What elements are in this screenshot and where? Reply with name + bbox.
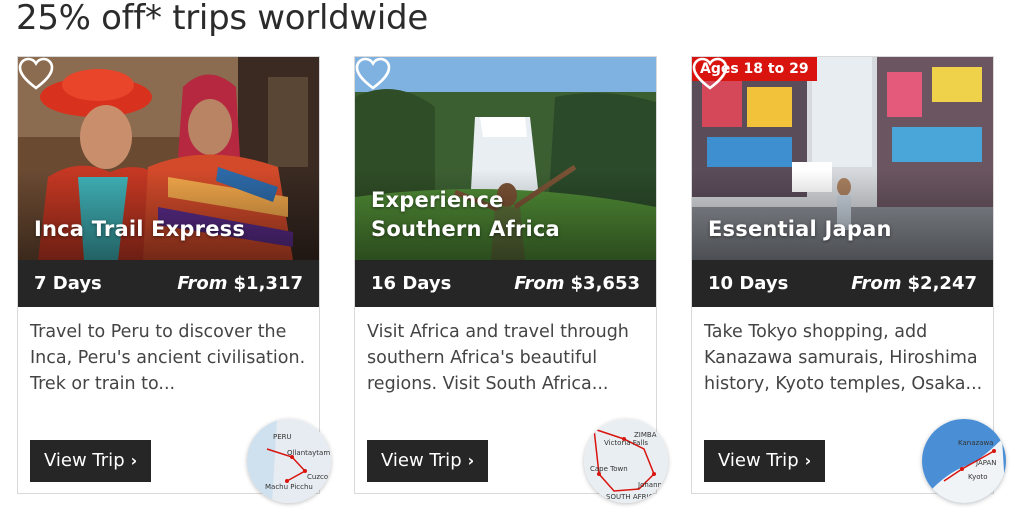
trip-price: From $2,247 xyxy=(851,273,977,294)
trip-price: From $1,317 xyxy=(177,273,303,294)
trip-info-bar: 7 Days From $1,317 xyxy=(18,260,319,307)
map-label: Victoria Falls xyxy=(604,439,649,447)
heart-outline-icon[interactable] xyxy=(692,57,728,91)
route-map-thumbnail[interactable]: Kanazawa JAPAN Kyoto xyxy=(922,419,1006,503)
trip-duration: 7 Days xyxy=(34,273,102,294)
map-label: Machu Picchu xyxy=(265,483,313,491)
trip-title[interactable]: Essential Japan xyxy=(708,215,928,244)
view-trip-label: View Trip xyxy=(718,450,799,471)
route-map-thumbnail[interactable]: PERU Ollantaytambo Cuzco Machu Picchu xyxy=(247,419,331,503)
view-trip-button[interactable]: View Trip › xyxy=(704,440,826,482)
view-trip-label: View Trip xyxy=(44,450,125,471)
trip-price: From $3,653 xyxy=(514,273,640,294)
price-value: $3,653 xyxy=(570,273,640,294)
trip-description: Visit Africa and travel through southern… xyxy=(367,322,629,394)
heart-outline-icon[interactable] xyxy=(18,57,54,91)
map-label: Ollantaytambo xyxy=(287,449,331,457)
trip-info-bar: 10 Days From $2,247 xyxy=(692,260,993,307)
view-trip-label: View Trip xyxy=(381,450,462,471)
trip-card-essential-japan[interactable]: Ages 18 to 29 Essential Japan 10 Days Fr… xyxy=(691,56,1006,503)
trip-duration: 16 Days xyxy=(371,273,452,294)
trip-hero-image[interactable]: Ages 18 to 29 Essential Japan xyxy=(692,57,993,260)
trip-title[interactable]: Experience Southern Africa xyxy=(371,186,591,244)
trip-description: Take Tokyo shopping, add Kanazawa samura… xyxy=(704,322,983,394)
trip-title[interactable]: Inca Trail Express xyxy=(34,215,254,244)
map-label: Kyoto xyxy=(968,473,988,481)
heart-outline-icon[interactable] xyxy=(355,57,391,91)
price-value: $1,317 xyxy=(233,273,303,294)
route-map-thumbnail[interactable]: ZIMBA Victoria Falls Cape Town Johannesb… xyxy=(584,419,668,503)
chevron-right-icon: › xyxy=(130,451,138,470)
map-label: JAPAN xyxy=(976,459,997,467)
view-trip-button[interactable]: View Trip › xyxy=(367,440,489,482)
page-headline: 25% off* trips worldwide xyxy=(16,0,428,38)
map-label: Johannesb xyxy=(638,481,668,489)
map-label: Kanazawa xyxy=(958,439,994,447)
price-prefix: From xyxy=(177,273,228,294)
trip-info-bar: 16 Days From $3,653 xyxy=(355,260,656,307)
map-label: SOUTH AFRICA xyxy=(606,493,659,501)
trip-card-inca-trail[interactable]: Inca Trail Express 7 Days From $1,317 Tra… xyxy=(17,56,331,503)
map-label: Cape Town xyxy=(590,465,628,473)
trip-duration: 10 Days xyxy=(708,273,789,294)
trip-description: Travel to Peru to discover the Inca, Per… xyxy=(30,322,306,394)
map-label: ZIMBA xyxy=(634,431,657,439)
trip-hero-image[interactable]: Experience Southern Africa xyxy=(355,57,656,260)
price-prefix: From xyxy=(851,273,902,294)
chevron-right-icon: › xyxy=(804,451,812,470)
chevron-right-icon: › xyxy=(467,451,475,470)
map-label: PERU xyxy=(273,433,292,441)
price-prefix: From xyxy=(514,273,565,294)
map-label: Cuzco xyxy=(307,473,329,481)
trip-hero-image[interactable]: Inca Trail Express xyxy=(18,57,319,260)
view-trip-button[interactable]: View Trip › xyxy=(30,440,152,482)
price-value: $2,247 xyxy=(907,273,977,294)
trip-card-southern-africa[interactable]: Experience Southern Africa 16 Days From $… xyxy=(354,56,668,503)
